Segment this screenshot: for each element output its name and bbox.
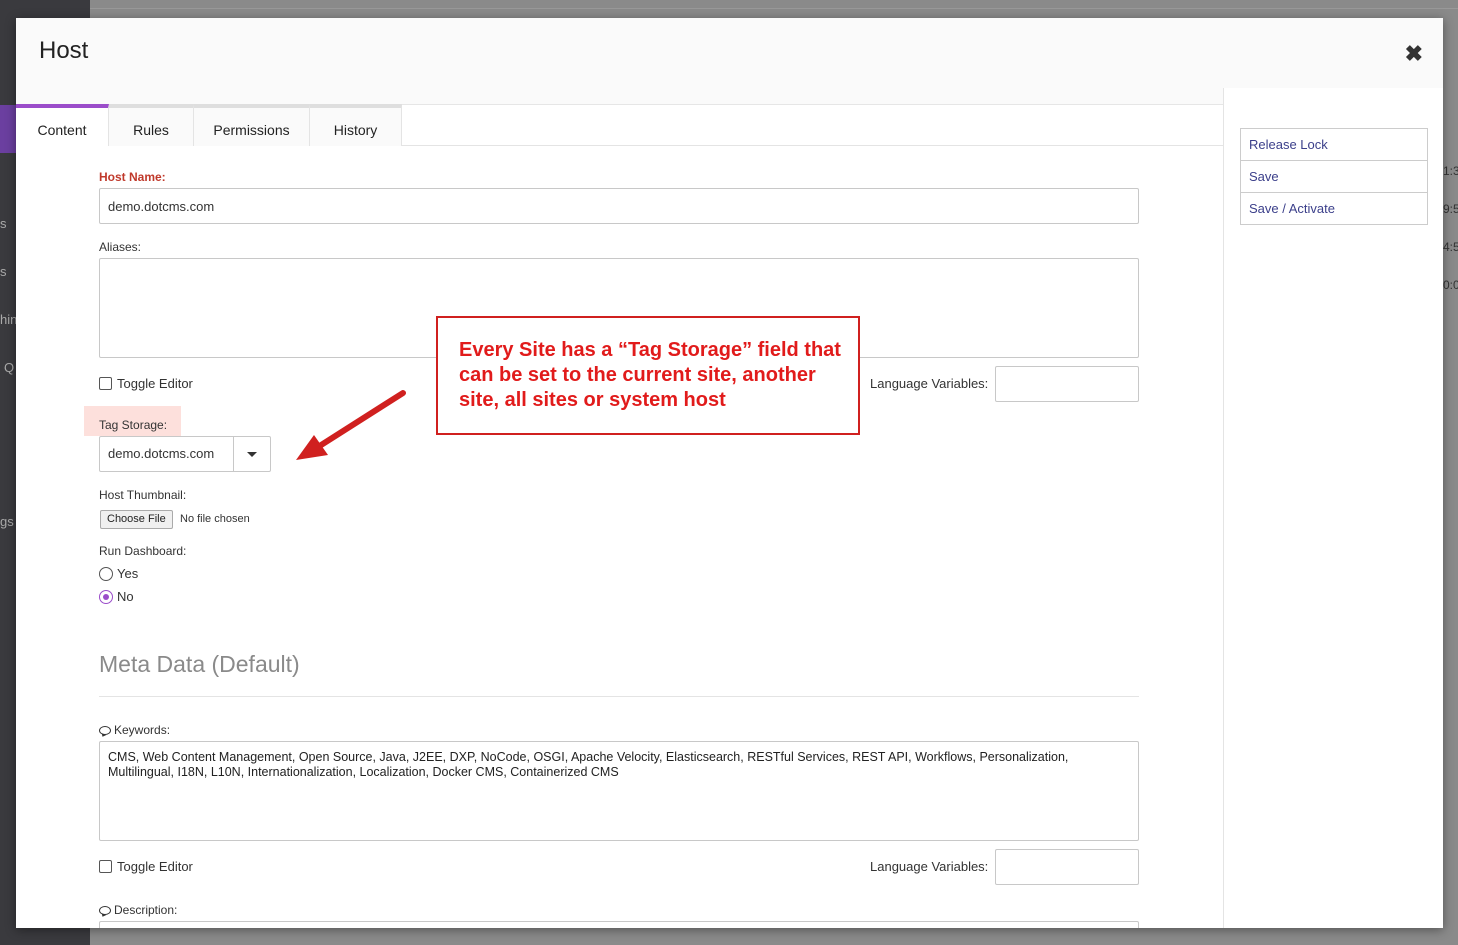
- arrow-head: [296, 435, 328, 460]
- arrow-shaft: [315, 390, 406, 450]
- annotation-arrow-layer: [296, 390, 406, 460]
- annotation-arrow-icon: [296, 390, 406, 460]
